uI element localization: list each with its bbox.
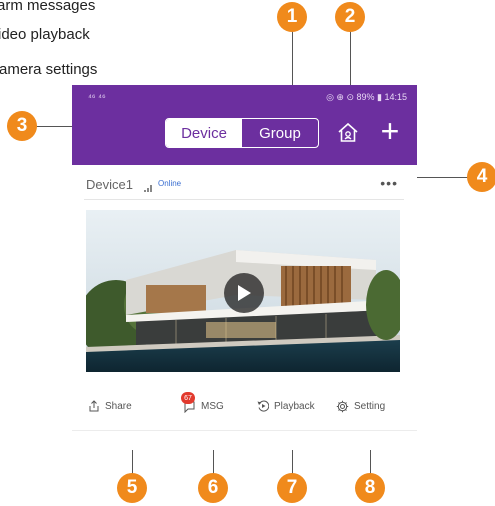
status-info: ◎ ⊕ ⊙ 89% ▮ 14:15 xyxy=(326,92,407,102)
status-bar: ⁴⁶ ⁴⁶ ◎ ⊕ ⊙ 89% ▮ 14:15 xyxy=(72,85,417,109)
playback-button[interactable]: Playback xyxy=(257,400,315,412)
gear-icon xyxy=(336,400,349,413)
callout-7: 7 xyxy=(277,473,307,503)
legend-alarm-messages: arm messages xyxy=(0,0,96,14)
share-icon xyxy=(89,400,99,412)
callout-1: 1 xyxy=(277,2,307,32)
app-header: Device Group + xyxy=(72,109,417,165)
action-bar: Share 67 MSG Playback Setting xyxy=(72,390,417,431)
share-label: Share xyxy=(105,400,132,412)
setting-label: Setting xyxy=(354,401,386,412)
add-device-button[interactable]: + xyxy=(375,113,405,149)
more-options-button[interactable]: ••• xyxy=(380,175,398,191)
device-name: Device1 xyxy=(86,177,133,192)
playback-label: Playback xyxy=(274,400,315,412)
device-group-toggle: Device Group xyxy=(165,118,319,148)
tab-group[interactable]: Group xyxy=(242,119,318,147)
legend-camera-settings: amera settings xyxy=(0,61,98,78)
callout-8: 8 xyxy=(355,473,385,503)
signal-icon xyxy=(144,179,154,197)
playback-icon xyxy=(257,400,269,412)
online-status: Online xyxy=(158,179,182,188)
app-screen: ⁴⁶ ⁴⁶ ◎ ⊕ ⊙ 89% ▮ 14:15 Device Group + D… xyxy=(72,85,417,450)
callout-4: 4 xyxy=(467,162,495,192)
msg-count-badge: 67 xyxy=(181,392,195,404)
home-icon[interactable] xyxy=(336,121,360,145)
callout-5: 5 xyxy=(117,473,147,503)
share-button[interactable]: Share xyxy=(88,400,132,412)
callout-2: 2 xyxy=(335,2,365,32)
camera-preview[interactable] xyxy=(86,210,400,372)
tab-device[interactable]: Device xyxy=(166,119,242,147)
play-icon[interactable] xyxy=(224,273,264,313)
setting-button[interactable]: Setting xyxy=(336,400,385,413)
callout-6: 6 xyxy=(198,473,228,503)
msg-button[interactable]: 67 MSG xyxy=(181,392,224,414)
callout-3: 3 xyxy=(7,111,37,141)
msg-label: MSG xyxy=(201,401,224,412)
device-row: Device1 Online ••• xyxy=(84,169,404,200)
message-icon: 67 xyxy=(181,392,196,414)
status-signal: ⁴⁶ ⁴⁶ xyxy=(88,92,106,102)
legend-video-playback: ideo playback xyxy=(0,26,90,43)
